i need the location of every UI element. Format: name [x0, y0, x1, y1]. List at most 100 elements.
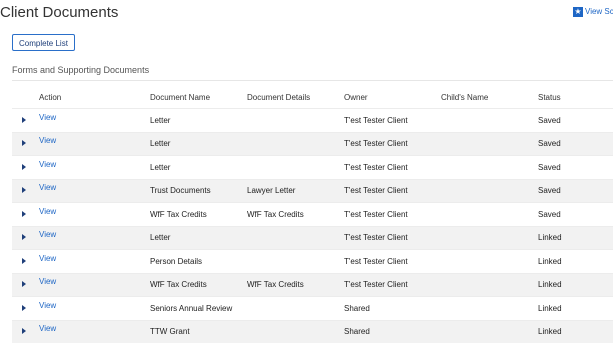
owner-cell: T'est Tester Client [344, 233, 408, 243]
col-header-status: Status [538, 92, 561, 102]
expand-toggle[interactable] [12, 297, 39, 321]
view-link[interactable]: View [39, 160, 56, 169]
status-cell: Saved [538, 186, 561, 196]
document-name-cell: Letter [150, 139, 171, 149]
document-details-cell [247, 132, 344, 156]
status-cell: Saved [538, 209, 561, 219]
col-header-expand [12, 86, 39, 109]
section-title: Forms and Supporting Documents [12, 65, 150, 75]
view-link[interactable]: View [39, 113, 56, 122]
childs-name-cell [441, 273, 538, 297]
childs-name-cell [441, 203, 538, 227]
document-details-cell [247, 109, 344, 133]
document-name-cell: Person Details [150, 256, 203, 266]
document-details-cell [247, 226, 344, 250]
complete-list-button[interactable]: Complete List [12, 34, 75, 51]
owner-cell: T'est Tester Client [344, 280, 408, 290]
document-details-cell: Lawyer Letter [247, 186, 296, 196]
table-row: View TTW Grant Shared Linked [12, 320, 613, 343]
col-header-owner: Owner [344, 92, 368, 102]
view-link[interactable]: View [39, 136, 56, 145]
expand-toggle[interactable] [12, 226, 39, 250]
view-scan-link[interactable]: ★View Sca [573, 7, 613, 17]
owner-cell: T'est Tester Client [344, 256, 408, 266]
caret-right-icon [22, 187, 26, 194]
view-link[interactable]: View [39, 301, 56, 310]
document-name-cell: WfF Tax Credits [150, 280, 207, 290]
document-details-cell: WfF Tax Credits [247, 209, 304, 219]
caret-right-icon [22, 234, 26, 241]
document-details-cell [247, 250, 344, 274]
star-icon: ★ [573, 7, 583, 17]
table-row: View Letter T'est Tester Client Saved [12, 132, 613, 156]
document-name-cell: TTW Grant [150, 327, 190, 337]
expand-toggle[interactable] [12, 156, 39, 180]
owner-cell: T'est Tester Client [344, 186, 408, 196]
expand-toggle[interactable] [12, 109, 39, 133]
col-header-action: Action [39, 92, 62, 102]
owner-cell: T'est Tester Client [344, 115, 408, 125]
view-link[interactable]: View [39, 254, 56, 263]
status-cell: Saved [538, 115, 561, 125]
caret-right-icon [22, 163, 26, 170]
table-header-row: Action Document Name Document Details Ow… [12, 86, 613, 109]
caret-right-icon [22, 116, 26, 123]
expand-toggle[interactable] [12, 250, 39, 274]
expand-toggle[interactable] [12, 132, 39, 156]
owner-cell: T'est Tester Client [344, 209, 408, 219]
table-row: View Letter T'est Tester Client Linked [12, 226, 613, 250]
page-title: Client Documents [0, 4, 119, 21]
view-link[interactable]: View [39, 207, 56, 216]
view-link[interactable]: View [39, 277, 56, 286]
document-details-cell: WfF Tax Credits [247, 280, 304, 290]
view-link[interactable]: View [39, 230, 56, 239]
status-cell: Saved [538, 139, 561, 149]
table-row: View WfF Tax Credits WfF Tax Credits T'est … [12, 273, 613, 297]
status-cell: Linked [538, 327, 562, 337]
childs-name-cell [441, 109, 538, 133]
col-header-childs-name: Child's Name [441, 92, 489, 102]
childs-name-cell [441, 320, 538, 343]
document-name-cell: Letter [150, 162, 171, 172]
view-link[interactable]: View [39, 183, 56, 192]
caret-right-icon [22, 257, 26, 264]
caret-right-icon [22, 140, 26, 147]
childs-name-cell [441, 226, 538, 250]
expand-toggle[interactable] [12, 179, 39, 203]
document-name-cell: Seniors Annual Review [150, 303, 233, 313]
table-row: View Person Details T'est Tester Client Lin… [12, 249, 613, 274]
expand-toggle[interactable] [12, 203, 39, 227]
owner-cell: Shared [344, 303, 370, 313]
owner-cell: T'est Tester Client [344, 139, 408, 149]
childs-name-cell [441, 250, 538, 274]
status-cell: Linked [538, 233, 562, 243]
document-name-cell: Letter [150, 233, 171, 243]
caret-right-icon [22, 328, 26, 335]
section-divider [12, 80, 613, 81]
document-name-cell: WfF Tax Credits [150, 209, 207, 219]
expand-toggle[interactable] [12, 273, 39, 297]
caret-right-icon [22, 304, 26, 311]
owner-cell: T'est Tester Client [344, 162, 408, 172]
document-details-cell [247, 297, 344, 321]
document-name-cell: Trust Documents [150, 186, 211, 196]
status-cell: Saved [538, 162, 561, 172]
table-row: View Letter T'est Tester Client Saved [12, 108, 613, 133]
childs-name-cell [441, 179, 538, 203]
documents-table: Action Document Name Document Details Ow… [12, 86, 613, 343]
owner-cell: Shared [344, 327, 370, 337]
view-link[interactable]: View [39, 324, 56, 333]
expand-toggle[interactable] [12, 320, 39, 343]
childs-name-cell [441, 297, 538, 321]
childs-name-cell [441, 156, 538, 180]
view-scan-label: View Sca [585, 7, 613, 17]
status-cell: Linked [538, 256, 562, 266]
document-details-cell [247, 320, 344, 343]
caret-right-icon [22, 281, 26, 288]
col-header-document-details: Document Details [247, 92, 311, 102]
table-row: View WfF Tax Credits WfF Tax Credits T'est … [12, 202, 613, 227]
status-cell: Linked [538, 280, 562, 290]
document-name-cell: Letter [150, 115, 171, 125]
col-header-document-name: Document Name [150, 92, 211, 102]
table-row: View Letter T'est Tester Client Saved [12, 155, 613, 180]
